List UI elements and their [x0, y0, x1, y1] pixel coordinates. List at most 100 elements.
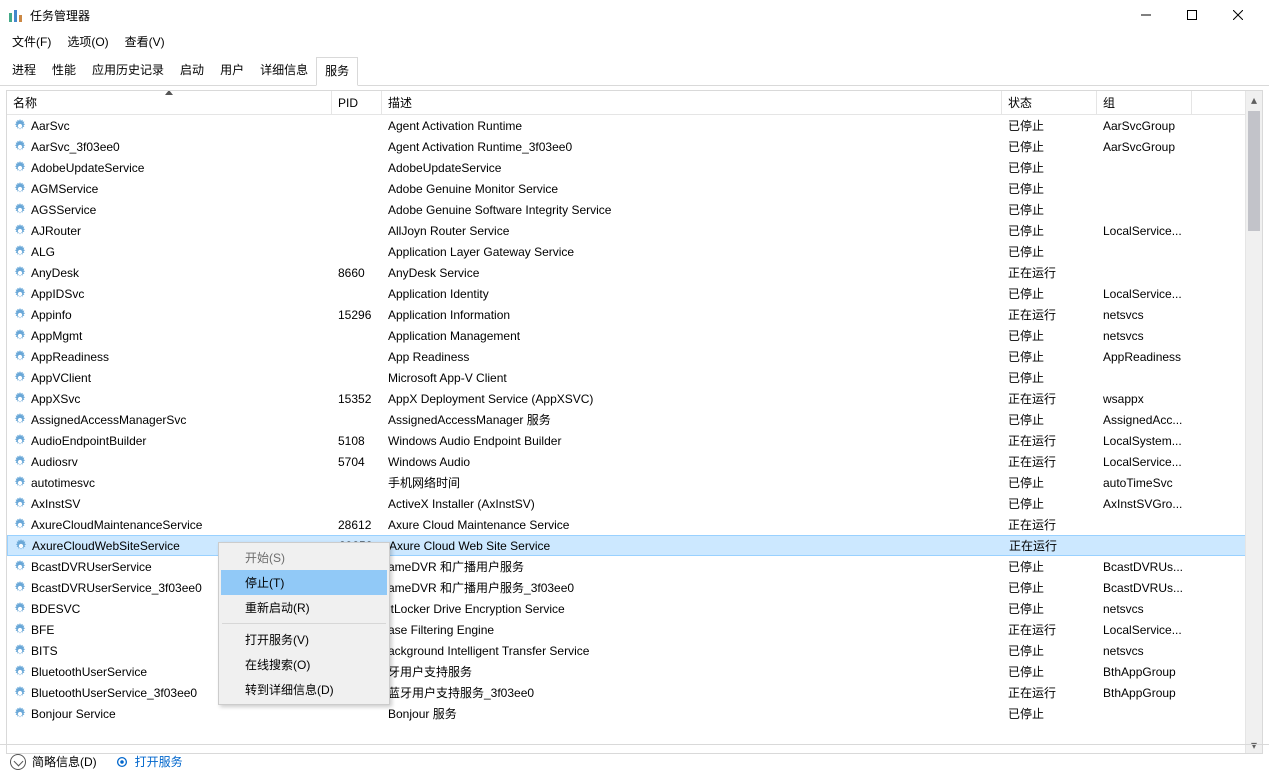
table-row[interactable]: BcastDVRUserServiceameDVR 和广播用户服务已停止Bcas… [7, 556, 1262, 577]
table-row[interactable]: BluetoothUserService牙用户支持服务已停止BthAppGrou… [7, 661, 1262, 682]
table-row[interactable]: Appinfo15296Application Information正在运行n… [7, 304, 1262, 325]
tabs: 进程 性能 应用历史记录 启动 用户 详细信息 服务 [0, 56, 1269, 86]
table-row[interactable]: AGMServiceAdobe Genuine Monitor Service已… [7, 178, 1262, 199]
vertical-scrollbar[interactable]: ▴ ▾ [1245, 91, 1262, 753]
cm-open-services[interactable]: 打开服务(V) [221, 627, 387, 652]
service-gear-icon [13, 665, 27, 679]
service-name: AppMgmt [31, 329, 82, 343]
table-row[interactable]: BFEase Filtering Engine正在运行LocalService.… [7, 619, 1262, 640]
cell-status: 正在运行 [1002, 432, 1097, 449]
cell-name: Bonjour Service [7, 707, 332, 721]
table-row[interactable]: BITSackground Intelligent Transfer Servi… [7, 640, 1262, 661]
table-row[interactable]: AdobeUpdateServiceAdobeUpdateService已停止 [7, 157, 1262, 178]
scroll-up-icon[interactable]: ▴ [1246, 91, 1262, 108]
open-services-link[interactable]: 打开服务 [115, 753, 183, 770]
cm-search-online[interactable]: 在线搜索(O) [221, 652, 387, 677]
fewer-details-button[interactable]: 简略信息(D) [10, 753, 97, 770]
menubar: 文件(F) 选项(O) 查看(V) [0, 30, 1269, 52]
cell-desc: Application Layer Gateway Service [382, 245, 1002, 259]
service-gear-icon [13, 707, 27, 721]
service-name: AxureCloudMaintenanceService [31, 518, 202, 532]
cm-stop[interactable]: 停止(T) [221, 570, 387, 595]
cell-status: 正在运行 [1002, 306, 1097, 323]
service-name: AppVClient [31, 371, 91, 385]
menu-options[interactable]: 选项(O) [59, 31, 116, 52]
cell-desc: Application Identity [382, 287, 1002, 301]
menu-file[interactable]: 文件(F) [4, 31, 59, 52]
cell-status: 正在运行 [1002, 390, 1097, 407]
table-row[interactable]: AarSvcAgent Activation Runtime已停止AarSvcG… [7, 115, 1262, 136]
service-gear-icon [13, 140, 27, 154]
close-button[interactable] [1215, 0, 1261, 30]
tab-processes[interactable]: 进程 [4, 57, 44, 86]
table-row[interactable]: BDESVCitLocker Drive Encryption Service已… [7, 598, 1262, 619]
service-gear-icon [13, 350, 27, 364]
cell-desc: AppX Deployment Service (AppXSVC) [382, 392, 1002, 406]
cell-name: AxureCloudMaintenanceService [7, 518, 332, 532]
service-gear-icon [13, 434, 27, 448]
service-name: AGSService [31, 203, 96, 217]
maximize-button[interactable] [1169, 0, 1215, 30]
tab-details[interactable]: 详细信息 [252, 57, 316, 86]
cell-name: AppReadiness [7, 350, 332, 364]
table-row[interactable]: BcastDVRUserService_3f03ee0ameDVR 和广播用户服… [7, 577, 1262, 598]
cell-status: 已停止 [1002, 117, 1097, 134]
cell-desc: Application Information [382, 308, 1002, 322]
cm-start[interactable]: 开始(S) [221, 545, 387, 570]
cm-go-to-details[interactable]: 转到详细信息(D) [221, 677, 387, 702]
scroll-thumb[interactable] [1248, 111, 1260, 231]
table-row[interactable]: AxInstSVActiveX Installer (AxInstSV)已停止A… [7, 493, 1262, 514]
cell-group: LocalService... [1097, 224, 1192, 238]
menu-view[interactable]: 查看(V) [117, 31, 173, 52]
cm-restart[interactable]: 重新启动(R) [221, 595, 387, 620]
col-header-desc[interactable]: 描述 [382, 91, 1002, 114]
service-gear-icon [13, 413, 27, 427]
cell-status: 已停止 [1002, 411, 1097, 428]
tab-services[interactable]: 服务 [316, 57, 358, 86]
cell-desc: Windows Audio [382, 455, 1002, 469]
table-row[interactable]: AJRouterAllJoyn Router Service已停止LocalSe… [7, 220, 1262, 241]
table-row[interactable]: AppVClientMicrosoft App-V Client已停止 [7, 367, 1262, 388]
service-gear-icon [13, 203, 27, 217]
table-row[interactable]: ALGApplication Layer Gateway Service已停止 [7, 241, 1262, 262]
table-row[interactable]: AppMgmtApplication Management已停止netsvcs [7, 325, 1262, 346]
cell-name: AxInstSV [7, 497, 332, 511]
minimize-button[interactable] [1123, 0, 1169, 30]
table-row[interactable]: Bonjour ServiceBonjour 服务已停止 [7, 703, 1262, 724]
table-row[interactable]: AnyDesk8660AnyDesk Service正在运行 [7, 262, 1262, 283]
cm-separator [222, 623, 386, 624]
cell-group: LocalService... [1097, 455, 1192, 469]
table-row[interactable]: AppXSvc15352AppX Deployment Service (App… [7, 388, 1262, 409]
tab-performance[interactable]: 性能 [44, 57, 84, 86]
service-name: BFE [31, 623, 54, 637]
col-header-name[interactable]: 名称 [7, 91, 332, 114]
tab-app-history[interactable]: 应用历史记录 [84, 57, 172, 86]
table-row[interactable]: autotimesvc手机网络时间已停止autoTimeSvc [7, 472, 1262, 493]
table-row[interactable]: AGSServiceAdobe Genuine Software Integri… [7, 199, 1262, 220]
tab-startup[interactable]: 启动 [172, 57, 212, 86]
cell-name: AssignedAccessManagerSvc [7, 413, 332, 427]
table-row[interactable]: AppIDSvcApplication Identity已停止LocalServ… [7, 283, 1262, 304]
tab-users[interactable]: 用户 [212, 57, 252, 86]
col-header-pid[interactable]: PID [332, 91, 382, 114]
table-row[interactable]: AppReadinessApp Readiness已停止AppReadiness [7, 346, 1262, 367]
cell-desc: Axure Cloud Maintenance Service [382, 518, 1002, 532]
service-name: AGMService [31, 182, 98, 196]
col-header-status[interactable]: 状态 [1002, 91, 1097, 114]
table-row[interactable]: Audiosrv5704Windows Audio正在运行LocalServic… [7, 451, 1262, 472]
cell-pid: 15296 [332, 308, 382, 322]
service-gear-icon [13, 329, 27, 343]
gear-icon [115, 755, 129, 769]
table-row[interactable]: AarSvc_3f03ee0Agent Activation Runtime_3… [7, 136, 1262, 157]
cell-status: 已停止 [1002, 243, 1097, 260]
cell-group: AxInstSVGro... [1097, 497, 1192, 511]
table-row[interactable]: BluetoothUserService_3f03ee01572蓝牙用户支持服务… [7, 682, 1262, 703]
table-row[interactable]: AxureCloudMaintenanceService 28612Axure C… [7, 514, 1262, 535]
service-gear-icon [14, 539, 28, 553]
table-row[interactable]: AxureCloudWebSiteService29252Axure Cloud… [7, 535, 1262, 556]
table-row[interactable]: AssignedAccessManagerSvcAssignedAccessMa… [7, 409, 1262, 430]
cell-pid: 28612 [332, 518, 382, 532]
service-name: AxInstSV [31, 497, 80, 511]
table-row[interactable]: AudioEndpointBuilder5108Windows Audio En… [7, 430, 1262, 451]
col-header-group[interactable]: 组 [1097, 91, 1192, 114]
